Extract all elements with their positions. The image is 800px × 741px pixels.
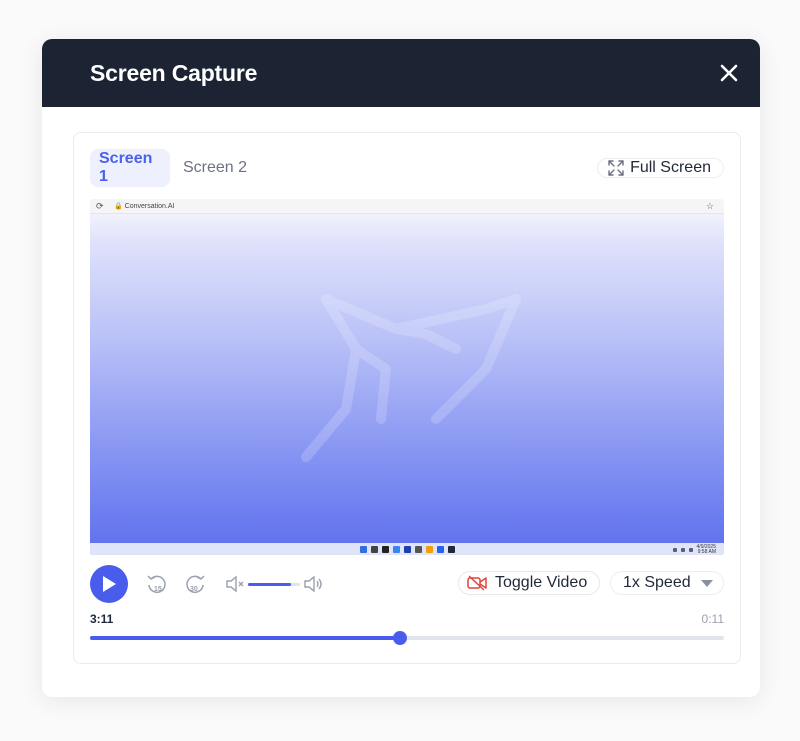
- end-time: 0:11: [701, 612, 724, 626]
- taskbar-app-icon: [436, 545, 444, 553]
- battery-icon: [688, 548, 693, 552]
- seek-handle[interactable]: [393, 631, 408, 645]
- volume-slider[interactable]: [248, 583, 300, 586]
- expand-icon: [608, 160, 624, 176]
- windows-icon: [359, 545, 367, 553]
- preview-url: 🔒 Conversation.AI: [114, 203, 175, 210]
- taskbar-app-icon: [414, 545, 422, 553]
- screen-capture-modal: Screen Capture Screen 1 Screen 2 Full Sc…: [42, 39, 760, 697]
- full-screen-button[interactable]: Full Screen: [597, 158, 724, 178]
- play-button[interactable]: [90, 565, 128, 603]
- rewind-15-icon[interactable]: 15: [146, 573, 168, 595]
- toggle-video-button[interactable]: Toggle Video: [458, 571, 601, 595]
- taskbar-app-icon: [425, 545, 433, 553]
- tab-label: Screen 1: [99, 150, 153, 185]
- playback-controls: 15 30 Toggle Video 1x Speed: [90, 565, 724, 603]
- fox-logo-watermark: [301, 294, 521, 462]
- tab-screen-1[interactable]: Screen 1: [90, 149, 170, 187]
- close-icon: [720, 64, 738, 82]
- current-time: 3:11: [90, 612, 114, 626]
- speed-select[interactable]: 1x Speed: [610, 571, 724, 595]
- tab-label: Screen 2: [183, 159, 248, 176]
- preview-browser-bar: ⟳ 🔒 Conversation.AI ☆: [90, 199, 724, 214]
- screen-preview[interactable]: ⟳ 🔒 Conversation.AI ☆ 4/9/2025 9:58 AM: [90, 199, 724, 555]
- speaker-icon: [680, 548, 685, 552]
- system-tray: 4/9/2025 9:58 AM: [672, 544, 716, 555]
- taskbar-app-icon: [381, 545, 389, 553]
- mute-icon[interactable]: [224, 573, 246, 595]
- wifi-icon: [672, 548, 677, 552]
- screen-tabs: Screen 1 Screen 2 Full Screen: [90, 149, 724, 187]
- volume-high-icon[interactable]: [302, 573, 324, 595]
- taskbar-app-icon: [447, 545, 455, 553]
- preview-taskbar: 4/9/2025 9:58 AM: [90, 543, 724, 555]
- video-off-icon: [467, 575, 487, 591]
- taskbar-clock: 4/9/2025 9:58 AM: [696, 544, 716, 555]
- toggle-video-label: Toggle Video: [495, 574, 588, 591]
- star-icon: ☆: [705, 200, 714, 211]
- volume-fill: [248, 583, 291, 586]
- reload-icon: ⟳: [96, 200, 104, 211]
- taskbar-app-icon: [403, 545, 411, 553]
- seek-progress: [90, 636, 401, 640]
- forward-30-icon[interactable]: 30: [184, 573, 206, 595]
- seek-bar[interactable]: [90, 631, 724, 645]
- svg-text:15: 15: [154, 586, 162, 593]
- modal-header: Screen Capture: [42, 39, 760, 107]
- close-button[interactable]: [718, 62, 740, 84]
- taskbar-app-icon: [392, 545, 400, 553]
- modal-title: Screen Capture: [90, 59, 258, 86]
- capture-panel: Screen 1 Screen 2 Full Screen ⟳ 🔒 Conver…: [73, 132, 741, 664]
- taskbar-app-icon: [370, 545, 378, 553]
- svg-text:30: 30: [190, 586, 198, 593]
- full-screen-label: Full Screen: [630, 159, 711, 176]
- chevron-down-icon: [701, 579, 713, 587]
- speed-value: 1x Speed: [623, 574, 691, 591]
- tab-screen-2[interactable]: Screen 2: [174, 149, 256, 187]
- play-icon: [103, 576, 116, 592]
